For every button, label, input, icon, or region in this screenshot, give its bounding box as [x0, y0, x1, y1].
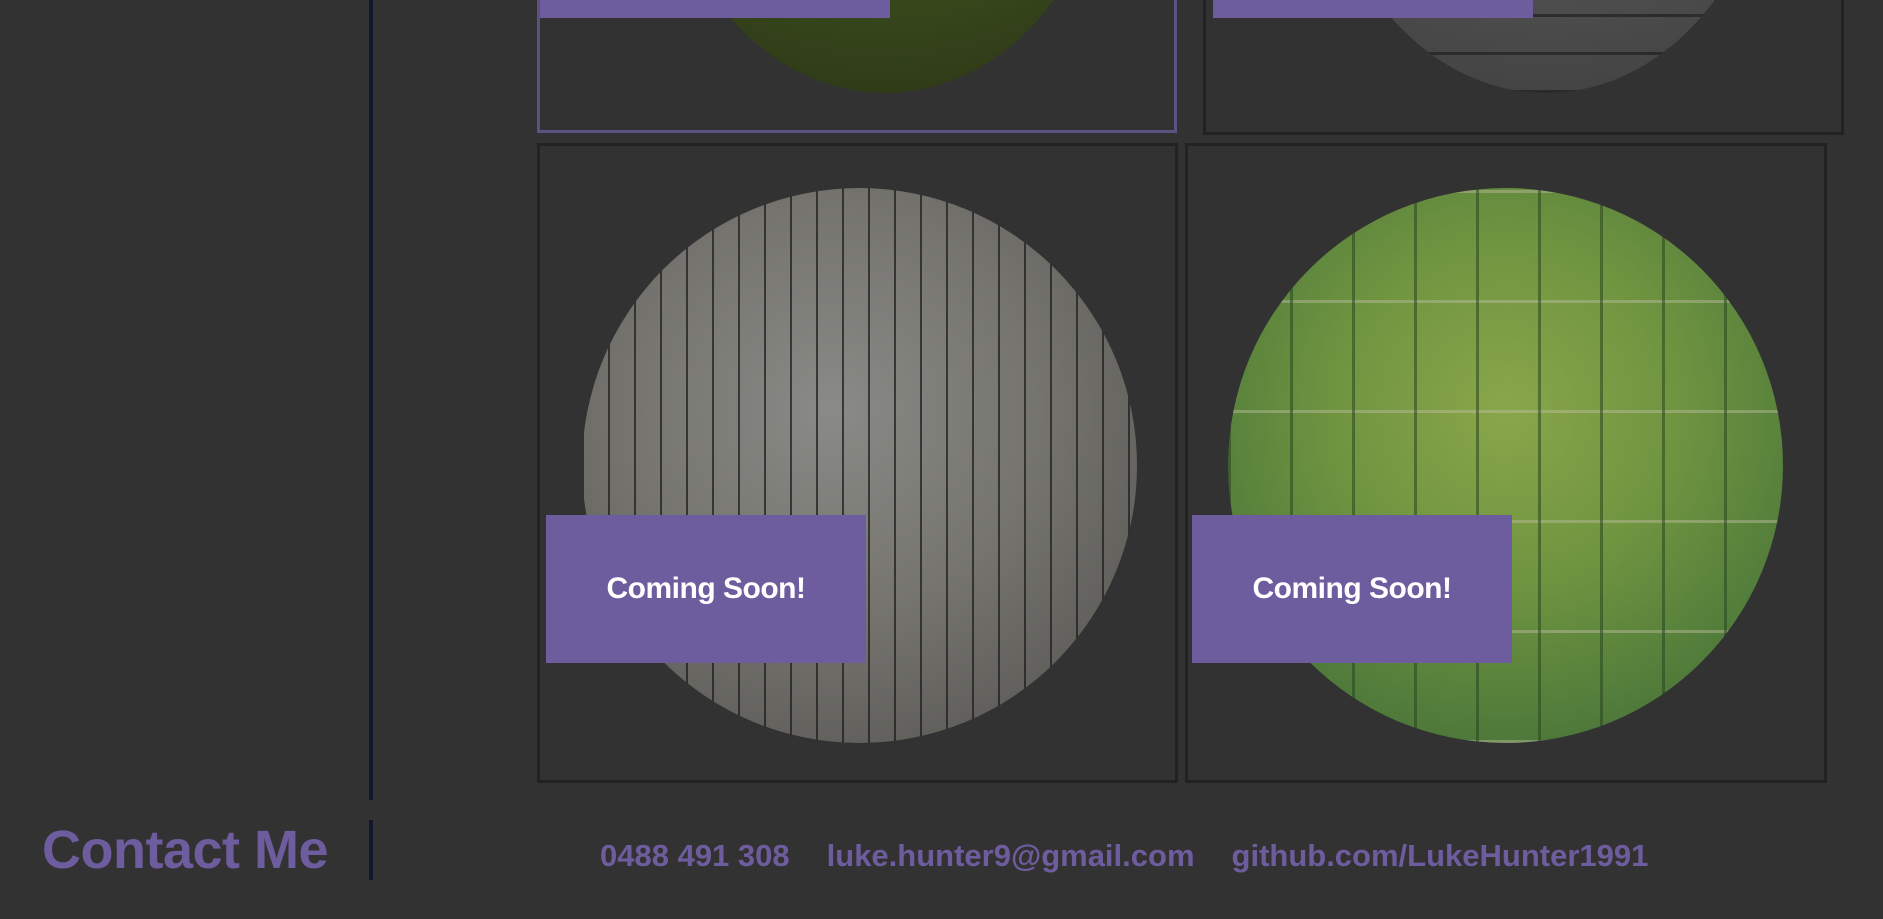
- github-link[interactable]: github.com/LukeHunter1991: [1232, 832, 1649, 880]
- badge-bamboo: Coming Soon!: [1192, 515, 1512, 663]
- portfolio-page: Coming Soon! Coming Soon! Contact Me 048…: [0, 0, 1883, 919]
- material-card-wood[interactable]: Coming Soon!: [537, 143, 1178, 783]
- badge-moss: [540, 0, 890, 18]
- sidebar-divider: [369, 0, 373, 800]
- phone-link[interactable]: 0488 491 308: [600, 832, 790, 880]
- badge-wood: Coming Soon!: [546, 515, 866, 663]
- contact-links: 0488 491 308 luke.hunter9@gmail.com gith…: [600, 832, 1648, 880]
- material-card-stone[interactable]: [1203, 0, 1844, 135]
- badge-stone: [1213, 0, 1533, 18]
- email-link[interactable]: luke.hunter9@gmail.com: [827, 832, 1195, 880]
- material-card-moss[interactable]: [537, 0, 1177, 133]
- contact-title: Contact Me: [42, 820, 329, 880]
- contact-divider: [369, 820, 373, 880]
- material-card-bamboo[interactable]: Coming Soon!: [1185, 143, 1827, 783]
